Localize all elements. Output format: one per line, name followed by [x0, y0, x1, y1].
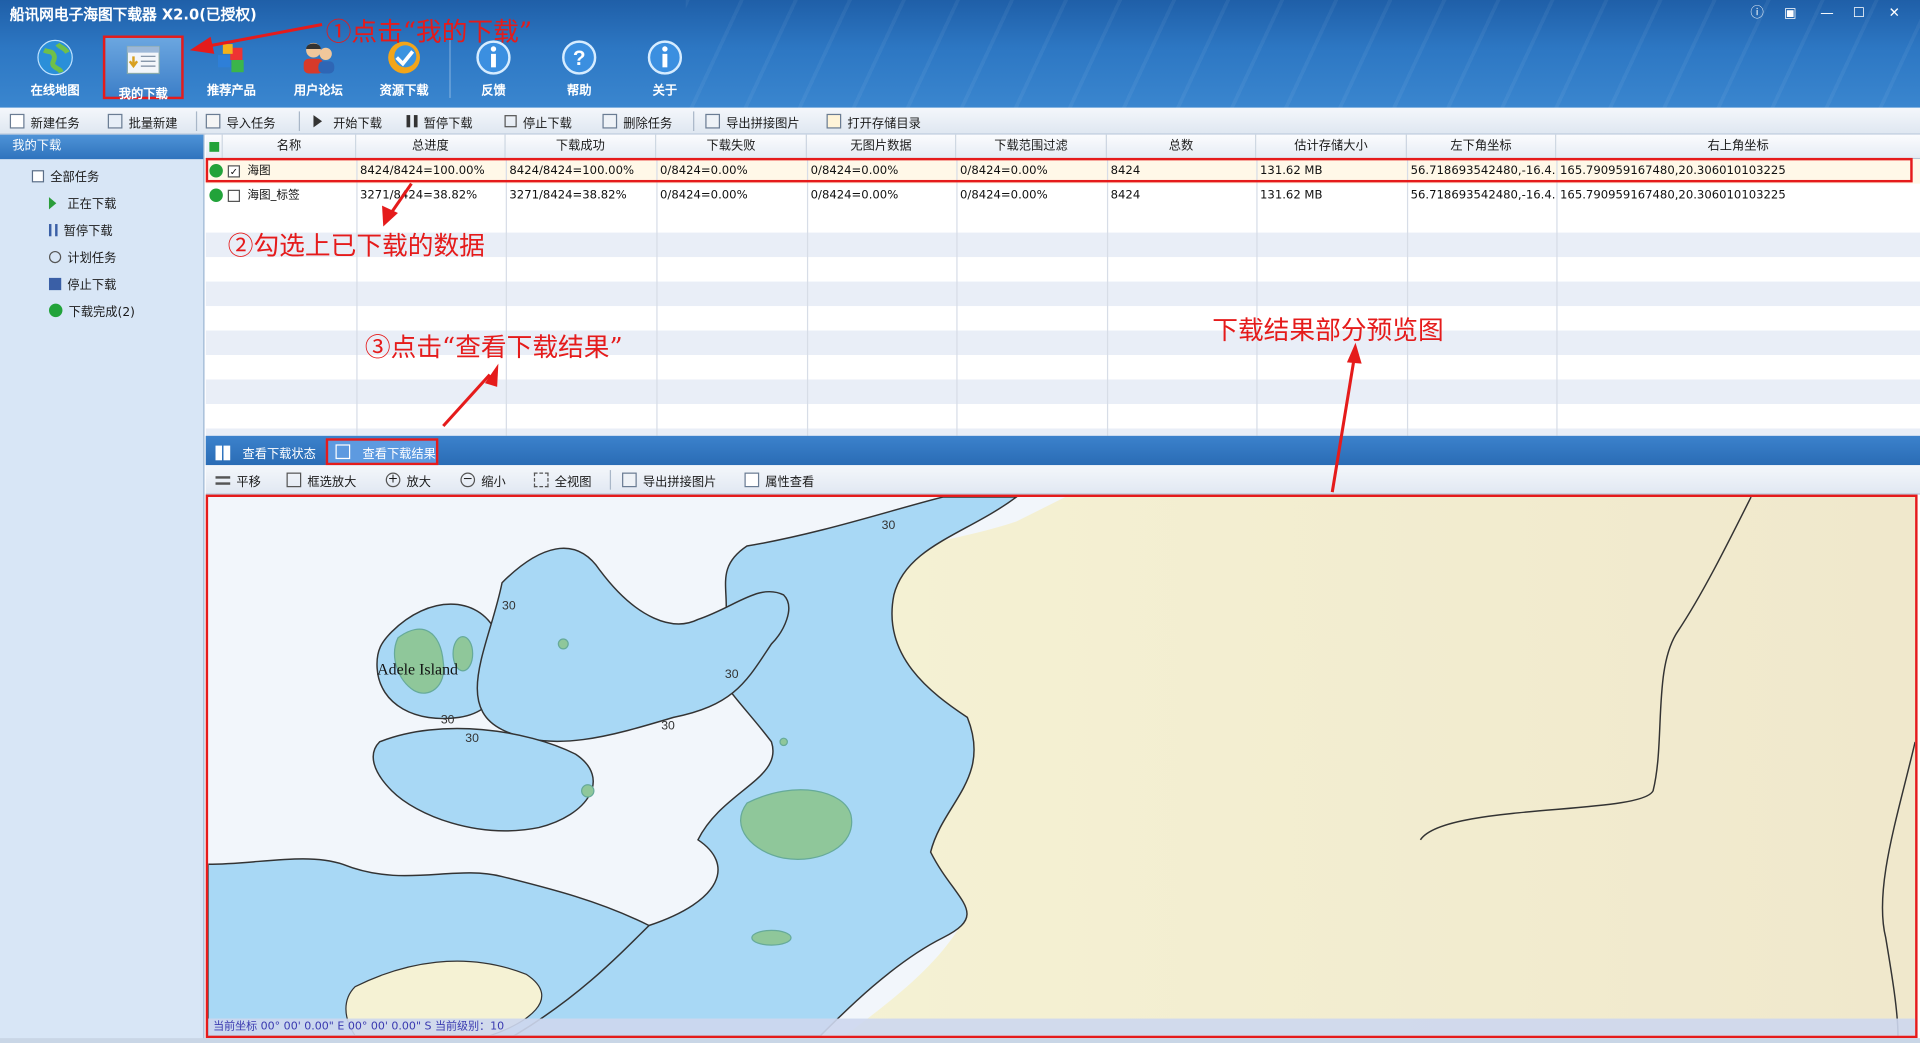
annotation-arrows — [189, 22, 1362, 493]
arrow-step1 — [205, 22, 323, 49]
arrowhead — [484, 363, 499, 387]
arrow-preview — [1330, 357, 1356, 493]
annotation-step3: ③点击“查看下载结果” — [364, 332, 623, 363]
arrow-step3 — [442, 373, 491, 428]
annotation-step2: ②勾选上已下载的数据 — [227, 231, 485, 261]
annotation-step1: ①点击“我的下载” — [325, 17, 533, 47]
arrowhead — [189, 36, 215, 54]
app-window: 船讯网电子海图下载器 X2.0(已授权) ⓘ ▣ — ☐ ✕ 在线地图 我的下载… — [0, 0, 1920, 1043]
annotation-preview: 下载结果部分预览图 — [1212, 315, 1444, 346]
